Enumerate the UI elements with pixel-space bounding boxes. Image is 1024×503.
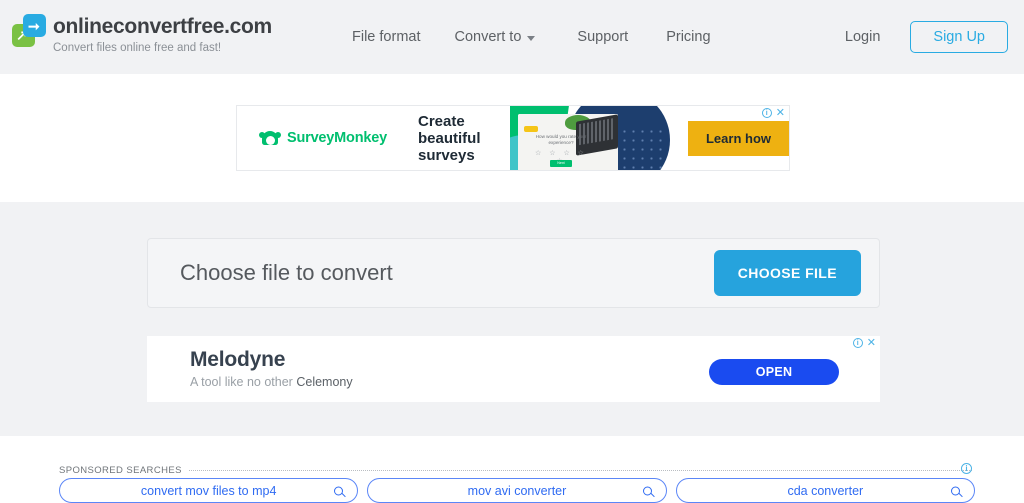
nav-label-convert-to: Convert to: [454, 29, 522, 45]
sponsored-search-query-3: cda converter: [787, 483, 864, 498]
ad-advertiser-logo: SurveyMonkey: [237, 130, 418, 146]
brand-logo[interactable]: ↗ ➞ onlineconvertfree.com Convert files …: [12, 14, 272, 56]
info-icon[interactable]: i: [852, 338, 863, 348]
ad-survey-next-button: Next: [549, 160, 572, 167]
inline-ad-subtitle: A tool like no other Celemony: [190, 372, 353, 391]
file-upload-card[interactable]: Choose file to convert CHOOSE FILE: [147, 238, 880, 308]
search-icon[interactable]: [950, 486, 960, 495]
ad-logo-placeholder: [523, 126, 538, 132]
ad-headline: Create beautiful surveys: [417, 112, 481, 164]
close-icon[interactable]: ✕: [867, 338, 876, 349]
nav-item-support[interactable]: Support: [577, 29, 666, 45]
main-navigation: File format Convert to Support Pricing: [352, 0, 745, 74]
info-icon[interactable]: i: [761, 108, 772, 118]
page-title: Choose file to convert: [180, 260, 393, 285]
inline-adchoices-controls[interactable]: i ✕: [852, 338, 876, 349]
search-icon[interactable]: [642, 486, 652, 495]
nav-item-convert-to[interactable]: Convert to: [455, 29, 578, 45]
close-icon[interactable]: ✕: [776, 108, 785, 119]
sponsored-search-item-3[interactable]: cda converter: [675, 478, 975, 503]
inline-ad-open-button[interactable]: OPEN: [709, 359, 839, 385]
logo-arrow-right-blue: ➞: [28, 18, 40, 34]
monkey-icon: [259, 130, 281, 146]
ad-survey-question: How would you rate your experience?: [535, 134, 587, 145]
melodyne-ad-banner[interactable]: Melodyne A tool like no other Celemony O…: [147, 336, 880, 402]
inline-ad-tagline: A tool like no other: [190, 375, 293, 389]
logo-icon: ↗ ➞: [12, 14, 46, 48]
nav-item-pricing[interactable]: Pricing: [666, 29, 744, 45]
divider: [188, 470, 972, 471]
chevron-down-icon: [527, 35, 536, 41]
search-icon[interactable]: [334, 486, 344, 495]
adchoices-controls[interactable]: i ✕: [761, 108, 785, 119]
ad-cta-button[interactable]: Learn how: [687, 120, 789, 156]
inline-ad-text: Melodyne A tool like no other Celemony: [190, 347, 353, 391]
nav-label-pricing: Pricing: [666, 29, 711, 45]
top-ad-band: SurveyMonkey Create beautiful surveys Ho…: [0, 74, 1024, 202]
sponsored-searches-label: SPONSORED SEARCHES: [59, 465, 182, 476]
sponsored-search-list: convert mov files to mp4 mov avi convert…: [59, 478, 975, 503]
brand-tagline: Convert files online free and fast!: [53, 42, 222, 54]
signup-button[interactable]: Sign Up: [910, 20, 1008, 54]
sponsored-search-query-1: convert mov files to mp4: [140, 483, 277, 498]
logo-blue-square: ➞: [23, 14, 46, 37]
ad-advertiser-name: SurveyMonkey: [287, 130, 387, 146]
sponsored-search-item-1[interactable]: convert mov files to mp4: [59, 478, 359, 503]
inline-ad-advertiser: Celemony: [296, 375, 353, 389]
brand-name: onlineconvertfree.com: [53, 15, 272, 38]
nav-item-file-format[interactable]: File format: [352, 29, 455, 45]
info-icon[interactable]: i: [961, 463, 972, 474]
nav-label-file-format: File format: [352, 29, 421, 45]
ad-survey-preview: How would you rate your experience? ☆ ☆ …: [517, 114, 618, 170]
ad-creative-artwork: How would you rate your experience? ☆ ☆ …: [509, 106, 688, 170]
choose-file-button[interactable]: CHOOSE FILE: [713, 250, 861, 296]
sponsored-searches-header: SPONSORED SEARCHES: [59, 465, 972, 476]
sponsored-search-query-2: mov avi converter: [467, 483, 567, 498]
login-link[interactable]: Login: [845, 29, 880, 45]
site-header: ↗ ➞ onlineconvertfree.com Convert files …: [0, 0, 1024, 74]
surveymonkey-ad-banner[interactable]: SurveyMonkey Create beautiful surveys Ho…: [236, 105, 790, 171]
main-content: Choose file to convert CHOOSE FILE Melod…: [0, 202, 1024, 436]
header-actions: Login Sign Up: [845, 0, 1008, 74]
nav-label-support: Support: [577, 29, 629, 45]
sponsored-search-item-2[interactable]: mov avi converter: [367, 478, 667, 503]
inline-ad-title: Melodyne: [190, 348, 286, 371]
